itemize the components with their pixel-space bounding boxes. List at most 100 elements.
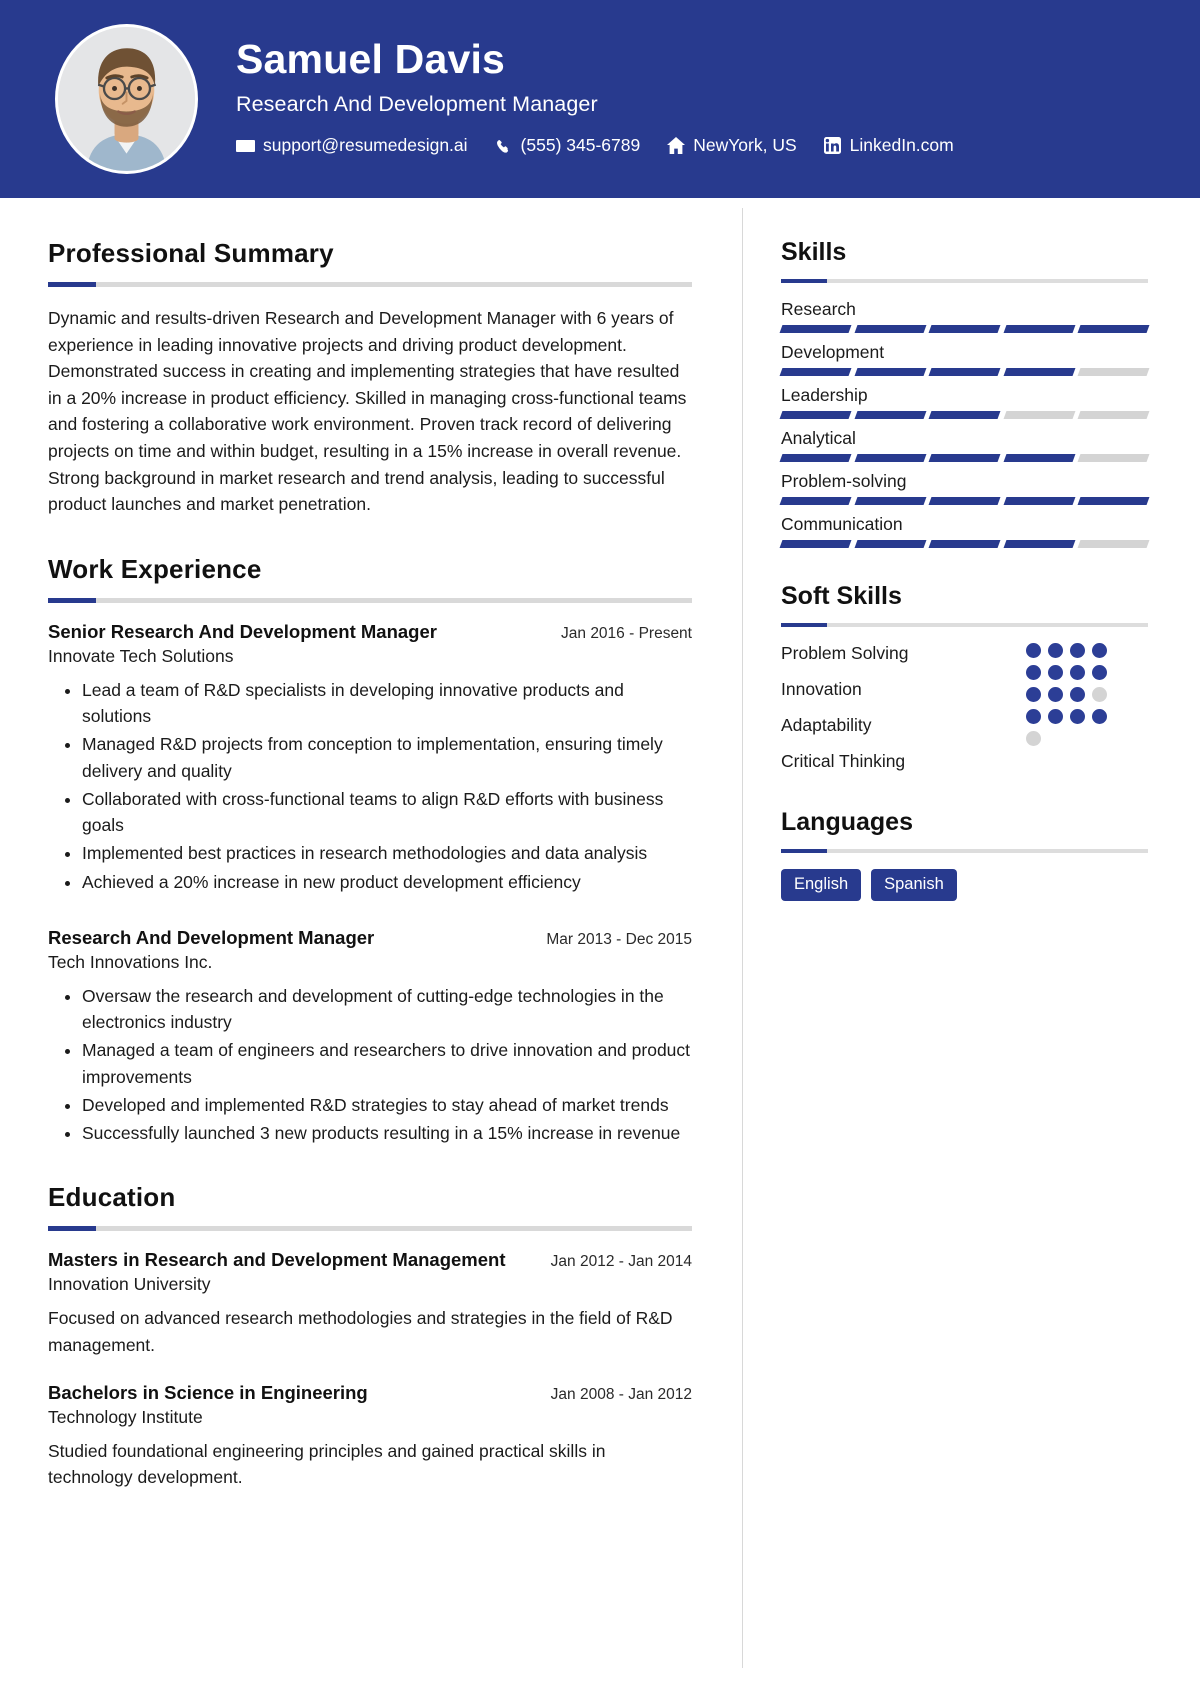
skill-label: Leadership — [781, 385, 868, 405]
experience-role: Research And Development Manager — [48, 926, 375, 948]
header-text-block: Samuel Davis Research And Development Ma… — [236, 36, 954, 162]
list-item: Managed a team of engineers and research… — [82, 1037, 692, 1090]
phone-icon — [494, 136, 513, 155]
skill-segment — [1077, 540, 1150, 548]
section-skills: Skills Research Development Leadership A… — [779, 238, 1150, 548]
education-rule — [48, 1226, 692, 1232]
experience-heading: Work Experience — [48, 553, 262, 584]
skill-segment — [779, 411, 852, 419]
education-dates: Jan 2008 - Jan 2012 — [550, 1385, 692, 1403]
experience-organization: Tech Innovations Inc. — [48, 951, 213, 972]
entry-spacer — [48, 901, 692, 927]
soft-skill-dot — [1026, 709, 1041, 724]
skills-heading: Skills — [781, 238, 847, 266]
experience-organization: Innovate Tech Solutions — [48, 645, 234, 666]
skill-segment — [854, 368, 926, 376]
soft-skill-dot — [1070, 643, 1085, 658]
contact-location-text: NewYork, US — [693, 135, 797, 156]
education-institution: Innovation University — [48, 1274, 211, 1295]
soft-skill-dot — [1070, 709, 1085, 724]
language-chip[interactable]: Spanish — [871, 869, 957, 901]
soft-skill-label: Adaptability — [781, 715, 872, 735]
soft-skill-label: Critical Thinking — [781, 751, 906, 771]
education-dates: Jan 2012 - Jan 2014 — [550, 1253, 692, 1271]
soft-skill-dot — [1026, 731, 1041, 746]
section-soft-skills: Soft Skills Problem Solving Innovation A… — [781, 582, 1148, 772]
languages-heading: Languages — [781, 808, 913, 836]
skill-item: Leadership — [779, 385, 1150, 419]
education-description: Focused on advanced research methodologi… — [48, 1308, 673, 1355]
linkedin-icon — [823, 136, 842, 155]
skill-segment — [1077, 454, 1150, 462]
skill-label: Research — [781, 299, 856, 319]
skill-bar — [779, 497, 1150, 505]
education-degree: Masters in Research and Development Mana… — [48, 1249, 506, 1271]
soft-skill-dot — [1026, 643, 1041, 658]
skill-bar — [779, 368, 1150, 376]
contact-location: NewYork, US — [666, 135, 797, 156]
skills-rule — [781, 279, 1148, 283]
soft-skill-label: Problem Solving — [781, 643, 909, 663]
job-title: Research And Development Manager — [236, 92, 598, 117]
skill-segment — [1003, 411, 1075, 419]
skill-segment — [928, 454, 1001, 462]
skill-bar — [779, 540, 1150, 548]
skill-item: Analytical — [779, 428, 1150, 462]
soft-skills-labels: Problem Solving Innovation Adaptability … — [781, 643, 1011, 772]
skill-segment — [1077, 411, 1150, 419]
contact-email[interactable]: support@resumedesign.ai — [236, 135, 468, 156]
skill-segment — [779, 325, 852, 333]
contact-linkedin[interactable]: LinkedIn.com — [823, 135, 954, 156]
experience-rule — [48, 597, 692, 603]
soft-skill-dot — [1092, 687, 1107, 702]
soft-skill-dot — [1092, 665, 1107, 680]
soft-skills-rule — [781, 623, 1148, 627]
skill-label: Problem-solving — [781, 471, 907, 491]
soft-skill-dot — [1070, 687, 1085, 702]
list-item: Successfully launched 3 new products res… — [82, 1120, 692, 1146]
soft-skill-dot — [1048, 687, 1063, 702]
envelope-icon — [236, 136, 255, 155]
contact-email-text: support@resumedesign.ai — [263, 135, 468, 156]
soft-skills-dots — [1026, 643, 1110, 746]
skill-segment — [854, 411, 926, 419]
skill-segment — [1003, 497, 1075, 505]
soft-skill-dot — [1048, 665, 1063, 680]
soft-skill-dot — [1070, 665, 1085, 680]
main-column: Professional Summary Dynamic and results… — [0, 208, 742, 1668]
contact-phone[interactable]: (555) 345-6789 — [494, 135, 641, 156]
sidebar-column: Skills Research Development Leadership A… — [743, 208, 1200, 1668]
section-professional-summary: Professional Summary Dynamic and results… — [48, 238, 692, 518]
skill-segment — [1077, 325, 1150, 333]
contact-linkedin-text: LinkedIn.com — [849, 135, 954, 156]
experience-dates: Mar 2013 - Dec 2015 — [546, 930, 692, 948]
skill-segment — [779, 497, 852, 505]
skill-item: Development — [779, 342, 1150, 376]
skill-segment — [1003, 540, 1075, 548]
list-item: Implemented best practices in research m… — [82, 840, 692, 866]
resume-body: Professional Summary Dynamic and results… — [0, 198, 1200, 1668]
avatar — [55, 24, 198, 174]
resume-header: Samuel Davis Research And Development Ma… — [0, 0, 1200, 198]
experience-dates: Jan 2016 - Present — [561, 624, 692, 642]
summary-rule — [48, 282, 692, 287]
language-chips: English Spanish — [781, 869, 1148, 901]
skill-bar — [779, 411, 1150, 419]
languages-rule — [781, 849, 1148, 853]
home-icon — [666, 136, 685, 155]
list-item: Developed and implemented R&D strategies… — [82, 1092, 692, 1118]
soft-skill-dot — [1048, 643, 1063, 658]
soft-skills-grid: Problem Solving Innovation Adaptability … — [781, 643, 1148, 772]
contact-phone-text: (555) 345-6789 — [520, 135, 641, 156]
skill-segment — [779, 368, 852, 376]
soft-skills-heading: Soft Skills — [781, 582, 902, 610]
skill-segment — [1003, 325, 1075, 333]
skill-segment — [854, 497, 926, 505]
education-entry: Masters in Research and Development Mana… — [48, 1249, 692, 1358]
language-chip[interactable]: English — [781, 869, 862, 901]
experience-bullets: Lead a team of R&D specialists in develo… — [48, 677, 692, 895]
skill-label: Communication — [781, 514, 903, 534]
education-description: Studied foundational engineering princip… — [48, 1440, 606, 1487]
education-entry: Bachelors in Science in Engineering Jan … — [48, 1382, 692, 1491]
list-item: Lead a team of R&D specialists in develo… — [82, 677, 692, 730]
